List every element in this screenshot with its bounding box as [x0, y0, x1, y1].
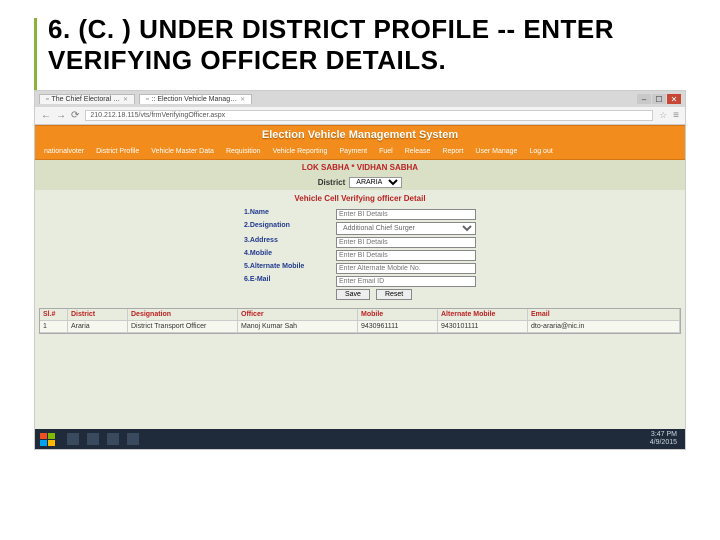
election-type-label: LOK SABHA * VIDHAN SABHA [35, 160, 685, 175]
clock-time: 3:47 PM [650, 431, 677, 439]
slide-title: 6. (C. ) UNDER DISTRICT PROFILE -- ENTER… [0, 0, 720, 86]
form-title: Vehicle Cell Verifying officer Detail [35, 190, 685, 207]
app-menu: nationalvoter District Profile Vehicle M… [35, 144, 685, 160]
reset-button[interactable]: Reset [376, 289, 412, 300]
td: 9430101111 [438, 321, 528, 332]
th: Alternate Mobile [438, 309, 528, 320]
label-designation: 2.Designation [244, 222, 332, 235]
district-selector-row: District ARARIA [35, 175, 685, 190]
reload-icon[interactable]: ⟳ [71, 110, 79, 121]
save-button[interactable]: Save [336, 289, 370, 300]
mobile-input[interactable] [336, 250, 476, 261]
menu-item[interactable]: Payment [334, 146, 372, 157]
screenshot-container: ▫ The Chief Electoral … ✕ ▫ :: Election … [34, 90, 686, 450]
app-header: Election Vehicle Management System [35, 125, 685, 144]
menu-item[interactable]: Log out [524, 146, 557, 157]
td: 9430961111 [358, 321, 438, 332]
close-icon[interactable]: ✕ [123, 96, 128, 103]
td: 1 [40, 321, 68, 332]
td: District Transport Officer [128, 321, 238, 332]
browser-tab-1[interactable]: ▫ The Chief Electoral … ✕ [39, 94, 135, 104]
alt-mobile-input[interactable] [336, 263, 476, 274]
td: Manoj Kumar Sah [238, 321, 358, 332]
system-tray[interactable]: 3:47 PM 4/9/2015 [650, 431, 681, 447]
email-input[interactable] [336, 276, 476, 287]
menu-item[interactable]: Vehicle Reporting [268, 146, 333, 157]
window-controls: – ☐ ✕ [637, 94, 681, 104]
start-button[interactable] [39, 432, 57, 446]
taskbar-apps [67, 433, 139, 445]
browser-tab-2[interactable]: ▫ :: Election Vehicle Manag… ✕ [139, 94, 252, 104]
tab-favicon: ▫ [146, 96, 148, 103]
name-input[interactable] [336, 209, 476, 220]
minimize-button[interactable]: – [637, 94, 651, 104]
clock-date: 4/9/2015 [650, 439, 677, 447]
officer-form: 1.Name 2.Designation Additional Chief Su… [35, 207, 685, 306]
th: District [68, 309, 128, 320]
label-address: 3.Address [244, 237, 332, 248]
tab-label: :: Election Vehicle Manag… [151, 96, 237, 103]
back-icon[interactable]: ← [41, 110, 51, 121]
menu-item[interactable]: nationalvoter [39, 146, 89, 157]
forward-icon[interactable]: → [56, 110, 66, 121]
taskbar: 3:47 PM 4/9/2015 [35, 429, 685, 449]
maximize-button[interactable]: ☐ [652, 94, 666, 104]
designation-select[interactable]: Additional Chief Surger [336, 222, 476, 235]
district-label: District [318, 178, 346, 187]
taskbar-app-icon[interactable] [127, 433, 139, 445]
tab-favicon: ▫ [46, 96, 48, 103]
bookmark-icon[interactable]: ☆ [659, 110, 667, 121]
menu-item[interactable]: Fuel [374, 146, 398, 157]
close-icon[interactable]: ✕ [240, 96, 245, 103]
menu-item[interactable]: User Manage [470, 146, 522, 157]
taskbar-app-icon[interactable] [67, 433, 79, 445]
menu-item[interactable]: Vehicle Master Data [146, 146, 219, 157]
menu-item[interactable]: District Profile [91, 146, 144, 157]
th: Sl.# [40, 309, 68, 320]
th: Officer [238, 309, 358, 320]
tab-label: The Chief Electoral … [51, 96, 119, 103]
address-bar: ← → ⟳ 210.212.18.115/vts/frmVerifyingOff… [35, 107, 685, 125]
label-alt-mobile: 5.Alternate Mobile [244, 263, 332, 274]
taskbar-app-icon[interactable] [107, 433, 119, 445]
browser-tabstrip: ▫ The Chief Electoral … ✕ ▫ :: Election … [35, 91, 685, 107]
taskbar-app-icon[interactable] [87, 433, 99, 445]
table-header: Sl.# District Designation Officer Mobile… [40, 309, 680, 321]
table-row[interactable]: 1 Araria District Transport Officer Mano… [40, 321, 680, 333]
td: dto-araria@nic.in [528, 321, 680, 332]
district-select[interactable]: ARARIA [349, 177, 402, 188]
td: Araria [68, 321, 128, 332]
menu-item[interactable]: Release [400, 146, 436, 157]
url-input[interactable]: 210.212.18.115/vts/frmVerifyingOfficer.a… [85, 110, 653, 121]
menu-item[interactable]: Report [437, 146, 468, 157]
label-name: 1.Name [244, 209, 332, 220]
menu-item[interactable]: Requisition [221, 146, 266, 157]
close-button[interactable]: ✕ [667, 94, 681, 104]
menu-icon[interactable]: ≡ [673, 110, 679, 121]
th: Email [528, 309, 680, 320]
th: Designation [128, 309, 238, 320]
th: Mobile [358, 309, 438, 320]
label-email: 6.E-Mail [244, 276, 332, 287]
officer-table: Sl.# District Designation Officer Mobile… [39, 308, 681, 334]
address-input[interactable] [336, 237, 476, 248]
label-mobile: 4.Mobile [244, 250, 332, 261]
